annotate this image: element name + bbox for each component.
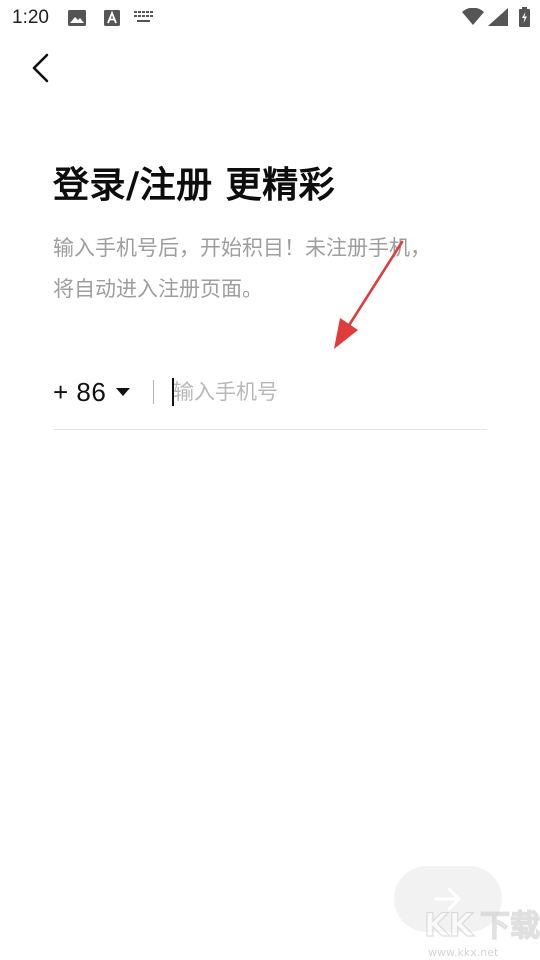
svg-text:KK: KK (424, 906, 475, 944)
back-button[interactable] (22, 48, 62, 88)
chevron-left-icon (32, 53, 49, 83)
battery-icon (519, 7, 530, 27)
annotation-arrow-icon (334, 240, 404, 349)
status-bar: 1:20 (0, 0, 540, 36)
svg-text:www.kkx.net: www.kkx.net (428, 946, 499, 959)
status-time: 1:20 (12, 7, 49, 28)
phone-input-row: + 86 (53, 368, 487, 416)
svg-text:下载: 下载 (480, 909, 540, 944)
country-code-label: + 86 (53, 376, 107, 407)
page-title: 登录/注册 更精彩 (53, 165, 336, 206)
a-icon (104, 10, 120, 26)
text-cursor (172, 378, 174, 406)
signal-icon (488, 8, 508, 26)
input-divider (153, 380, 154, 404)
watermark-logo: KK 下载 www.kkx.net (423, 905, 540, 959)
caret-down-icon (116, 388, 131, 396)
country-code-selector[interactable]: + 86 (53, 368, 131, 416)
wifi-icon (462, 8, 484, 25)
image-icon (68, 10, 86, 26)
keyboard-icon (134, 11, 153, 22)
input-underline (53, 429, 487, 430)
phone-input[interactable] (171, 372, 483, 412)
